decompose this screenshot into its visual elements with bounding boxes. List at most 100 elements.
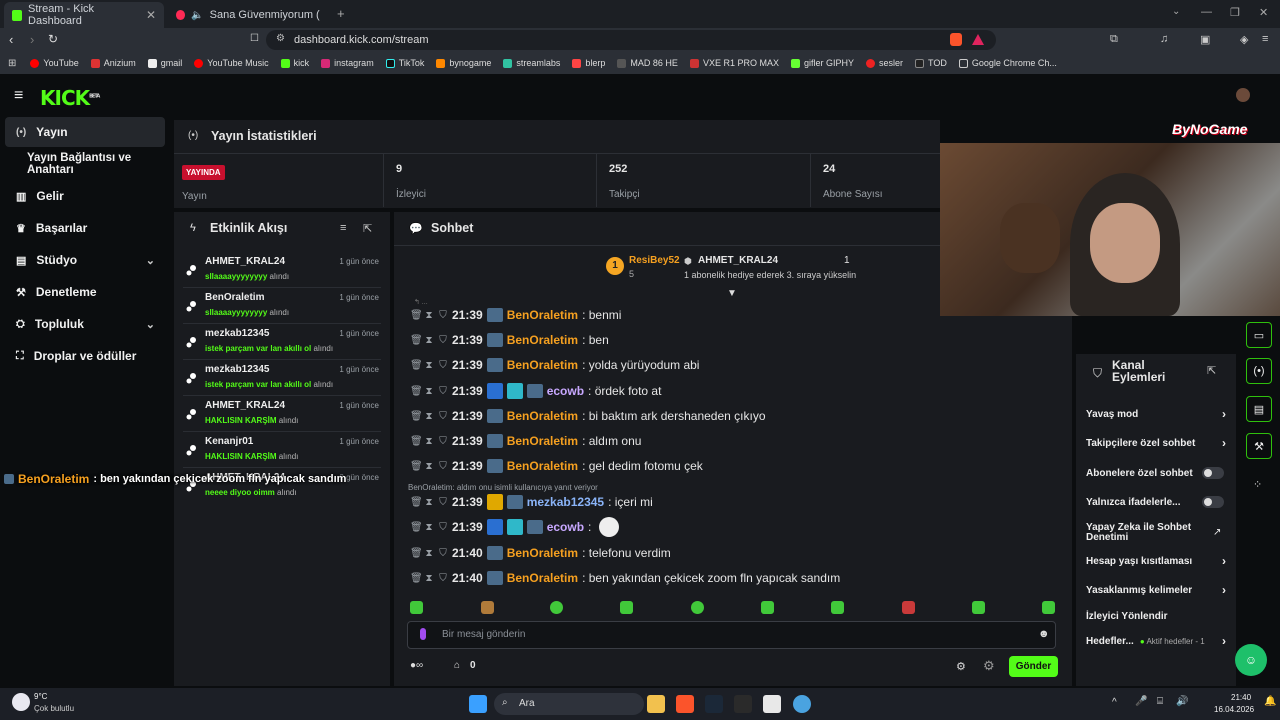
- chat-message[interactable]: 🗑 ⧗ ⛉ 21:39 mezkab12345: içeri mi: [410, 491, 653, 513]
- shield-icon[interactable]: ⛉: [438, 573, 448, 584]
- minimize-icon[interactable]: —: [1201, 6, 1212, 18]
- sidebar-item-denetleme[interactable]: ⚒ Denetleme: [5, 277, 165, 307]
- sidebar-item-topluluk[interactable]: ⛭ Topluluk ⌄: [5, 309, 165, 339]
- filter-icon[interactable]: ≡: [340, 222, 346, 234]
- studio-panel-button[interactable]: ▤: [1246, 396, 1272, 422]
- bookmark-gmail[interactable]: gmail: [142, 58, 189, 68]
- emote-icon[interactable]: [831, 601, 844, 614]
- chat-message[interactable]: 🗑 ⧗ ⛉ 21:39 ecowb: ördek foto at: [410, 380, 661, 402]
- hamburger-icon[interactable]: ≡: [14, 87, 23, 105]
- emotes-only-toggle[interactable]: [1202, 496, 1224, 508]
- trash-icon[interactable]: 🗑: [410, 573, 423, 584]
- apps-grid-icon[interactable]: ⊞: [0, 58, 24, 69]
- trash-icon[interactable]: 🗑: [410, 461, 423, 472]
- timeout-icon[interactable]: ⧗: [424, 522, 434, 533]
- brave-rewards-icon[interactable]: [972, 34, 984, 45]
- emote-icon[interactable]: [1042, 601, 1055, 614]
- timeout-icon[interactable]: ⧗: [424, 548, 434, 559]
- timeout-icon[interactable]: ⧗: [424, 461, 434, 472]
- emote-icon[interactable]: [410, 601, 423, 614]
- trash-icon[interactable]: 🗑: [410, 310, 423, 321]
- action-account-age[interactable]: Hesap yaşı kısıtlaması ›: [1086, 550, 1226, 572]
- sidebar-item-yayin[interactable]: (•) Yayın: [5, 117, 165, 147]
- chevron-down-icon[interactable]: ⌄: [1172, 6, 1180, 17]
- trash-icon[interactable]: 🗑: [410, 386, 423, 397]
- send-button[interactable]: Gönder: [1009, 656, 1058, 677]
- timeout-icon[interactable]: ⧗: [424, 360, 434, 371]
- chat-input[interactable]: Bir mesaj gönderin ☻: [407, 621, 1056, 649]
- trash-icon[interactable]: 🗑: [410, 360, 423, 371]
- emote-icon[interactable]: [481, 601, 494, 614]
- chat-message[interactable]: 🗑 ⧗ ⛉ 21:39 BenOraletim: yolda yürüyodum abi: [410, 354, 699, 376]
- network-icon[interactable]: ⌸: [1157, 696, 1163, 707]
- bookmark-streamlabs[interactable]: streamlabs: [497, 58, 566, 68]
- bookmark-vxe[interactable]: VXE R1 PRO MAX: [684, 58, 785, 68]
- timeout-icon[interactable]: ⧗: [424, 497, 434, 508]
- chat-message[interactable]: 🗑 ⧗ ⛉ 21:39 BenOraletim: aldım onu: [410, 430, 641, 452]
- bookmark-kick[interactable]: kick: [275, 58, 316, 68]
- chat-panel-button[interactable]: ▭: [1246, 322, 1272, 348]
- shield-icon[interactable]: ⛉: [438, 461, 448, 472]
- timeout-icon[interactable]: ⧗: [424, 386, 434, 397]
- taskbar-search[interactable]: ⌕ Ara: [494, 693, 644, 715]
- notifications-icon[interactable]: 🔔: [1264, 696, 1276, 707]
- action-emotes-only[interactable]: Yalnızca ifadelerle...: [1086, 491, 1226, 513]
- ai-icon[interactable]: ⚙: [983, 658, 995, 674]
- extensions-icon[interactable]: ⧉: [1110, 33, 1118, 46]
- leaderboard-second-user[interactable]: AHMET_KRAL24: [698, 255, 778, 266]
- sidebar-item-stream-key[interactable]: Yayın Bağlantısı ve Anahtarı: [5, 149, 175, 179]
- trash-icon[interactable]: 🗑: [410, 411, 423, 422]
- emote-icon[interactable]: [691, 601, 704, 614]
- store-icon[interactable]: [763, 695, 781, 713]
- new-tab-icon[interactable]: +: [337, 6, 345, 21]
- bookmark-youtube[interactable]: YouTube: [24, 58, 84, 68]
- shield-icon[interactable]: ⛉: [438, 335, 448, 346]
- shield-icon[interactable]: ⛉: [438, 411, 448, 422]
- bookmark-anizium[interactable]: Anizium: [85, 58, 142, 68]
- obs-icon[interactable]: [793, 695, 811, 713]
- sidebar-item-studyo[interactable]: ▤ Stüdyo ⌄: [5, 245, 165, 275]
- emote-icon[interactable]: [550, 601, 563, 614]
- settings-icon[interactable]: ⚙: [956, 660, 966, 673]
- points-icon[interactable]: ⁘: [1253, 478, 1262, 491]
- shield-icon[interactable]: ⛉: [438, 360, 448, 371]
- chat-message[interactable]: 🗑 ⧗ ⛉ 21:39 BenOraletim: bi baktım ark dersh…: [410, 405, 766, 427]
- action-slow-mode[interactable]: Yavaş mod ›: [1086, 403, 1226, 425]
- emote-icon[interactable]: [761, 601, 774, 614]
- bookmark-bynogame[interactable]: bynogame: [430, 58, 497, 68]
- epic-games-icon[interactable]: [734, 695, 752, 713]
- store-icon[interactable]: ⌂: [454, 660, 460, 671]
- windows-start-icon[interactable]: [469, 695, 487, 713]
- bookmark-icon[interactable]: ☐: [250, 33, 259, 44]
- points-icon[interactable]: ●∞: [410, 660, 423, 671]
- shield-icon[interactable]: ⛉: [438, 522, 448, 533]
- subscribers-only-toggle[interactable]: [1202, 467, 1224, 479]
- menu-icon[interactable]: ≡: [1262, 33, 1268, 45]
- external-link-icon[interactable]: ↗: [1213, 527, 1221, 538]
- bookmark-folder-chrome[interactable]: Google Chrome Ch...: [953, 58, 1063, 68]
- action-ai-moderation[interactable]: Yapay Zeka ile Sohbet Denetimi: [1086, 521, 1196, 545]
- bookmark-tiktok[interactable]: TikTok: [380, 58, 431, 68]
- bookmark-mad[interactable]: MAD 86 HE: [611, 58, 684, 68]
- avatar[interactable]: [1236, 88, 1250, 102]
- trash-icon[interactable]: 🗑: [410, 335, 423, 346]
- action-raid[interactable]: İzleyici Yönlendir: [1086, 605, 1226, 627]
- brave-icon[interactable]: [676, 695, 694, 713]
- maximize-icon[interactable]: ❐: [1230, 6, 1240, 19]
- bookmark-tod[interactable]: TOD: [909, 58, 953, 68]
- reload-icon[interactable]: ↻: [48, 32, 58, 46]
- action-followers-only[interactable]: Takipçilere özel sohbet ›: [1086, 432, 1226, 454]
- shield-icon[interactable]: ⛉: [438, 386, 448, 397]
- emoji-icon[interactable]: ☻: [1038, 628, 1050, 640]
- shield-icon[interactable]: ⛉: [438, 497, 448, 508]
- action-subscribers-only[interactable]: Abonelere özel sohbet: [1086, 462, 1226, 484]
- music-icon[interactable]: ♫: [1160, 33, 1168, 45]
- close-tab-icon[interactable]: ✕: [146, 8, 156, 22]
- chat-message[interactable]: 🗑 ⧗ ⛉ 21:40 BenOraletim: ben yakından çekice…: [410, 567, 840, 589]
- action-banned-words[interactable]: Yasaklanmış kelimeler ›: [1086, 579, 1226, 601]
- sidebar-item-droplar[interactable]: ⛶ Droplar ve ödüller: [5, 341, 165, 371]
- chat-message[interactable]: 🗑 ⧗ ⛉ 21:40 BenOraletim: telefonu verdim: [410, 542, 671, 564]
- trash-icon[interactable]: 🗑: [410, 497, 423, 508]
- forward-icon[interactable]: ›: [30, 32, 34, 47]
- trash-icon[interactable]: 🗑: [410, 436, 423, 447]
